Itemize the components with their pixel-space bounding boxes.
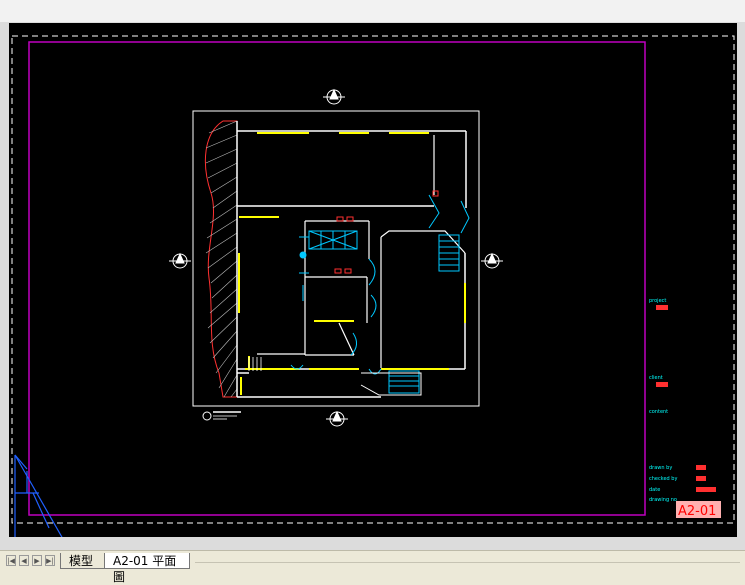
- sheet-border: [28, 41, 646, 516]
- drawing-canvas[interactable]: project client content drawn by checked …: [9, 23, 737, 537]
- first-tab-icon[interactable]: |◀: [6, 555, 16, 566]
- drawing-no-label: drawing no: [649, 497, 677, 503]
- date-label: date: [649, 487, 660, 493]
- date-value-box: [696, 487, 716, 492]
- project-label: project: [649, 298, 666, 304]
- checked-by-label: checked by: [649, 476, 677, 482]
- client-value-box: [656, 382, 668, 387]
- paper-space-drawing: project client content drawn by checked …: [11, 35, 735, 537]
- scale-legend: [202, 411, 241, 421]
- terrain-hatch: [204, 120, 238, 398]
- floor-plan: [236, 121, 470, 398]
- last-tab-icon[interactable]: ▶|: [45, 555, 55, 566]
- tab-layout-a2-01[interactable]: A2-01 平面圖: [104, 553, 190, 584]
- tab-model[interactable]: 模型: [60, 553, 104, 569]
- drawn-by-value-box: [696, 465, 706, 470]
- horizontal-scrollbar[interactable]: [195, 562, 740, 571]
- project-value-box: [656, 305, 668, 310]
- content-label: content: [649, 409, 668, 415]
- drawn-by-label: drawn by: [649, 465, 672, 471]
- ucs-icon: [14, 454, 63, 537]
- checked-by-value-box: [696, 476, 706, 481]
- title-block: project client content drawn by checked …: [649, 298, 721, 519]
- title-strip: [0, 0, 745, 23]
- viewport-frame[interactable]: [192, 110, 480, 407]
- next-tab-icon[interactable]: ▶: [32, 555, 42, 566]
- previous-tab-icon[interactable]: ◀: [19, 555, 29, 566]
- sheet-number: A2-01: [678, 504, 716, 519]
- client-label: client: [649, 375, 663, 381]
